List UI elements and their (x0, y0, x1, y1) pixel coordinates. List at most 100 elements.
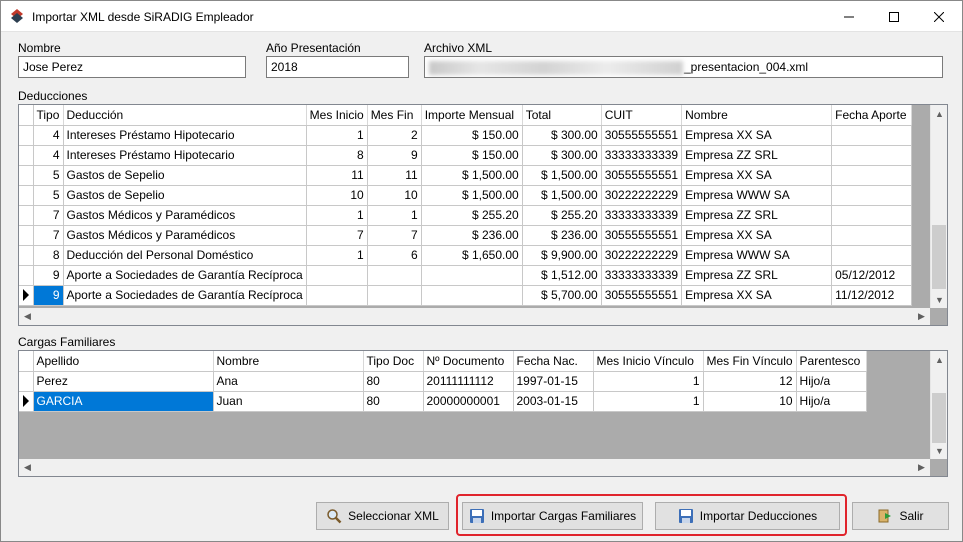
table-cell[interactable]: 30555555551 (601, 225, 683, 246)
table-cell[interactable]: $ 1,500.00 (421, 165, 523, 186)
table-cell[interactable]: 1 (367, 205, 422, 226)
table-row[interactable]: 5 Gastos de Sepelio 10 10 $ 1,500.00 $ 1,500.… (19, 185, 913, 206)
table-cell[interactable]: 10 (703, 391, 797, 412)
column-header[interactable]: CUIT (601, 105, 683, 126)
table-cell[interactable]: Gastos Médicos y Paramédicos (63, 205, 307, 226)
table-cell[interactable]: 30222222229 (601, 185, 683, 206)
table-cell[interactable]: 1 (306, 125, 368, 146)
row-header[interactable] (19, 225, 34, 246)
table-row[interactable]: 9 Aporte a Sociedades de Garantía Recípro… (19, 265, 913, 286)
cargas-vscroll[interactable]: ▲ ▼ (930, 351, 947, 459)
table-cell[interactable]: 1 (593, 391, 704, 412)
table-cell[interactable]: 12 (703, 371, 797, 392)
row-header[interactable] (19, 165, 34, 186)
column-header[interactable]: Fecha Aporte (831, 105, 913, 126)
table-cell[interactable] (831, 185, 913, 206)
table-cell[interactable]: $ 150.00 (421, 125, 523, 146)
row-header[interactable] (19, 265, 34, 286)
table-cell[interactable]: $ 300.00 (522, 145, 602, 166)
table-cell[interactable]: 11/12/2012 (831, 285, 913, 306)
row-header[interactable] (19, 391, 34, 412)
table-cell[interactable]: 4 (33, 145, 64, 166)
table-row[interactable]: 7 Gastos Médicos y Paramédicos 1 1 $ 255.20 $… (19, 205, 913, 226)
table-cell[interactable]: Gastos de Sepelio (63, 165, 307, 186)
table-cell[interactable]: 7 (33, 225, 64, 246)
scroll-down-icon[interactable]: ▼ (931, 442, 947, 459)
archivo-field[interactable]: _presentacion_004.xml (424, 56, 943, 78)
table-cell[interactable] (831, 145, 913, 166)
table-cell[interactable]: Juan (213, 391, 364, 412)
table-cell[interactable]: Gastos de Sepelio (63, 185, 307, 206)
table-cell[interactable]: $ 255.20 (421, 205, 523, 226)
column-header[interactable]: Apellido (33, 351, 214, 372)
table-cell[interactable] (831, 205, 913, 226)
table-cell[interactable] (831, 165, 913, 186)
column-header[interactable]: Tipo Doc (363, 351, 424, 372)
table-cell[interactable]: 2 (367, 125, 422, 146)
table-cell[interactable]: 1997-01-15 (513, 371, 594, 392)
scroll-left-icon[interactable]: ◀ (19, 459, 36, 476)
table-cell[interactable]: Aporte a Sociedades de Garantía Recíproc… (63, 265, 307, 286)
table-row[interactable]: 7 Gastos Médicos y Paramédicos 7 7 $ 236.00 $… (19, 225, 913, 246)
table-cell[interactable]: 33333333339 (601, 205, 683, 226)
table-cell[interactable]: Empresa ZZ SRL (681, 145, 833, 166)
deducciones-grid[interactable]: Tipo Deducción Mes Inicio Mes Fin Importe Me… (18, 104, 948, 326)
scroll-thumb[interactable] (932, 225, 946, 289)
table-cell[interactable]: 30555555551 (601, 165, 683, 186)
scroll-up-icon[interactable]: ▲ (931, 105, 947, 122)
cargas-hscroll[interactable]: ◀ ▶ (19, 459, 930, 476)
row-header[interactable] (19, 125, 34, 146)
table-cell[interactable] (306, 265, 368, 286)
table-cell[interactable]: 30555555551 (601, 285, 683, 306)
table-cell[interactable]: $ 300.00 (522, 125, 602, 146)
table-cell[interactable]: 8 (306, 145, 368, 166)
table-cell[interactable]: 9 (33, 265, 64, 286)
table-cell[interactable] (367, 285, 422, 306)
table-cell[interactable]: $ 5,700.00 (522, 285, 602, 306)
column-header[interactable]: Total (522, 105, 602, 126)
table-cell[interactable]: Perez (33, 371, 214, 392)
table-cell[interactable]: 80 (363, 391, 424, 412)
table-cell[interactable]: Empresa XX SA (681, 125, 833, 146)
table-cell[interactable]: Empresa XX SA (681, 165, 833, 186)
table-cell[interactable]: Gastos Médicos y Paramédicos (63, 225, 307, 246)
table-row[interactable]: 4 Intereses Préstamo Hipotecario 1 2 $ 150.0… (19, 125, 913, 146)
table-cell[interactable]: 6 (367, 245, 422, 266)
table-cell[interactable]: $ 1,512.00 (522, 265, 602, 286)
table-cell[interactable]: 05/12/2012 (831, 265, 913, 286)
table-cell[interactable]: Empresa ZZ SRL (681, 265, 833, 286)
table-cell[interactable]: Intereses Préstamo Hipotecario (63, 145, 307, 166)
table-cell[interactable]: 33333333339 (601, 265, 683, 286)
salir-button[interactable]: Salir (852, 502, 949, 530)
table-cell[interactable]: 80 (363, 371, 424, 392)
table-cell[interactable] (831, 125, 913, 146)
table-cell[interactable]: $ 236.00 (522, 225, 602, 246)
table-cell[interactable]: 30222222229 (601, 245, 683, 266)
scroll-down-icon[interactable]: ▼ (931, 291, 947, 308)
column-header[interactable]: Mes Fin (367, 105, 422, 126)
scroll-up-icon[interactable]: ▲ (931, 351, 947, 368)
deducciones-hscroll[interactable]: ◀ ▶ (19, 308, 930, 325)
table-cell[interactable]: Aporte a Sociedades de Garantía Recíproc… (63, 285, 307, 306)
table-cell[interactable]: GARCIA (33, 391, 214, 412)
minimize-button[interactable] (826, 1, 872, 32)
row-header[interactable] (19, 371, 34, 392)
table-cell[interactable]: 33333333339 (601, 145, 683, 166)
table-cell[interactable] (831, 225, 913, 246)
column-header[interactable]: Nombre (681, 105, 833, 126)
table-row[interactable]: 4 Intereses Préstamo Hipotecario 8 9 $ 150.0… (19, 145, 913, 166)
table-cell[interactable]: 10 (306, 185, 368, 206)
column-header[interactable]: Fecha Nac. (513, 351, 594, 372)
table-row[interactable]: 5 Gastos de Sepelio 11 11 $ 1,500.00 $ 1,500.… (19, 165, 913, 186)
table-cell[interactable]: Hijo/a (796, 391, 867, 412)
table-cell[interactable]: $ 1,500.00 (522, 165, 602, 186)
table-row[interactable]: GARCIA Juan 80 20000000001 2003-01-15 1 10 Hijo… (19, 391, 867, 412)
table-cell[interactable]: 1 (306, 245, 368, 266)
scroll-left-icon[interactable]: ◀ (19, 308, 36, 325)
scroll-right-icon[interactable]: ▶ (913, 308, 930, 325)
seleccionar-xml-button[interactable]: Seleccionar XML (316, 502, 449, 530)
table-cell[interactable]: Empresa ZZ SRL (681, 205, 833, 226)
table-row[interactable]: 9 Aporte a Sociedades de Garantía Recípro… (19, 285, 913, 306)
table-cell[interactable] (367, 265, 422, 286)
anio-field[interactable]: 2018 (266, 56, 409, 78)
